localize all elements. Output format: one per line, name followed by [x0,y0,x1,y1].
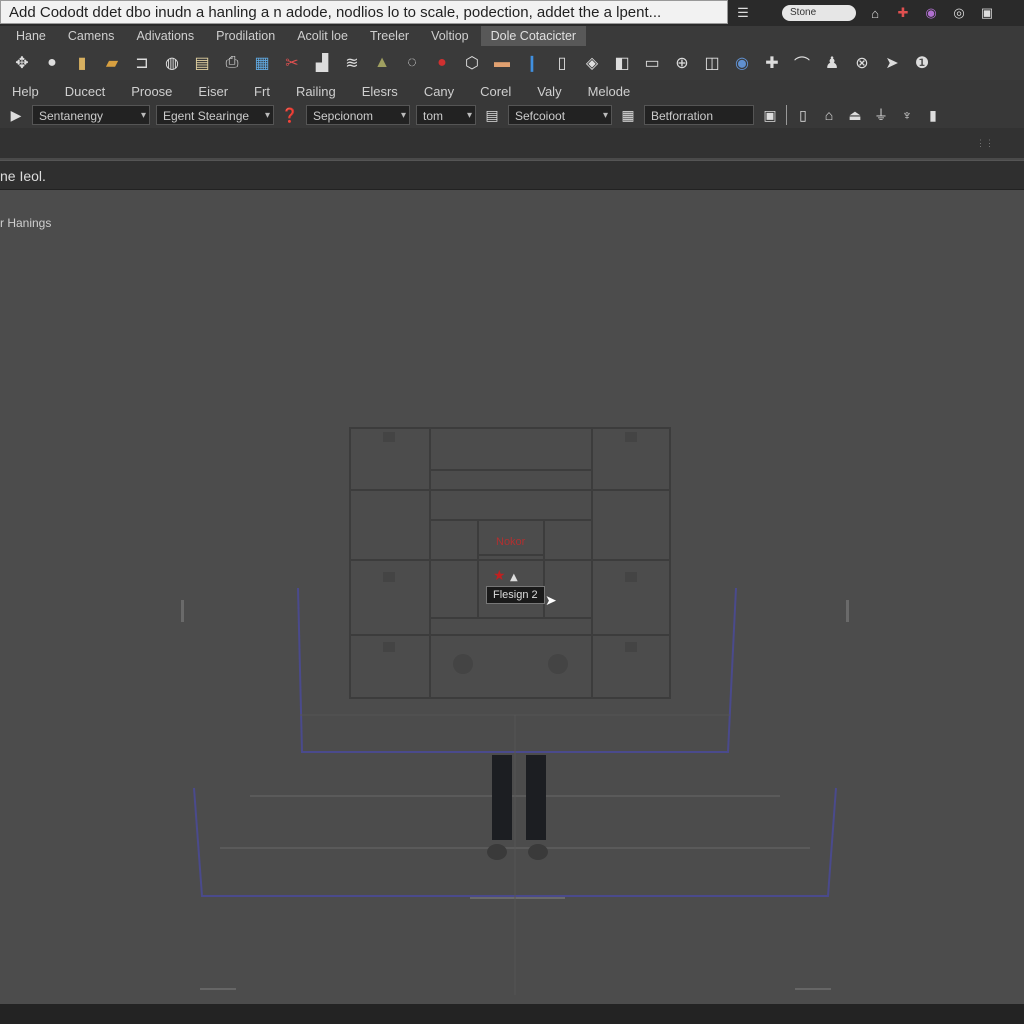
mesh-icon[interactable]: ⊕ [670,51,694,75]
dropdown-4[interactable]: tom [416,105,476,126]
small-arrow-icon: ▲ [510,572,518,583]
grid-markers [383,432,637,674]
menu-valy[interactable]: Valy [537,84,561,99]
menu-ducect[interactable]: Ducect [65,84,105,99]
tab-prodilation[interactable]: Prodilation [206,26,285,46]
title-bar-right: ☰ Stone ⌂ ✚ ◉ ◎ ▣ [734,2,996,24]
panel-icon[interactable]: ▮ [923,105,943,125]
doc-icon[interactable]: ▯ [793,105,813,125]
cursor-icon: ➤ [545,592,557,608]
sofa-icon[interactable]: ▟ [310,51,334,75]
split-icon[interactable]: ◫ [700,51,724,75]
sphere-icon[interactable]: ◌ [400,51,424,75]
move-icon[interactable]: ✥ [10,51,34,75]
wall-grid [349,427,671,699]
box-icon[interactable]: ▮ [70,51,94,75]
tab-voltiop[interactable]: Voltiop [421,26,479,46]
globe-icon[interactable]: ⊗ [850,51,874,75]
title-input[interactable]: Add Cododt ddet dbo inudn a hanling a n … [0,0,728,24]
menu-bar: Help Ducect Proose Eiser Frt Railing Ele… [0,80,1024,102]
menu-eiser[interactable]: Eiser [198,84,228,99]
image-icon[interactable]: ▬ [490,51,514,75]
circle-icon[interactable]: ● [40,51,64,75]
info-icon[interactable]: ❶ [910,51,934,75]
frame-select-icon[interactable]: ▣ [760,105,780,125]
menu-icon[interactable]: ☰ [734,4,752,22]
dropdown-6[interactable]: Betforration [644,105,754,125]
triangle-icon[interactable]: ▲ [370,51,394,75]
dropdown-5[interactable]: Sefcoioot [508,105,612,126]
panel-title: ne Ieol. [0,168,46,184]
dropdown-1[interactable]: Sentanengy [32,105,150,126]
tab-camens[interactable]: Camens [58,26,125,46]
home-icon[interactable]: ⌂ [866,4,884,22]
status-strip: ⋮⋮ [0,128,1024,158]
play-icon[interactable]: ▶ [6,105,26,125]
help-circle-icon[interactable]: ❓ [280,105,300,125]
strip-grip-icon: ⋮⋮ [976,138,994,148]
camera-icon[interactable]: ◍ [160,51,184,75]
dropdown-2[interactable]: Egent Stearinge [156,105,274,126]
red-star-icon: ★ [493,568,506,584]
options-bar: ▶ Sentanengy Egent Stearinge ❓ Sepcionom… [0,102,1024,128]
file-icon[interactable]: ▦ [250,51,274,75]
house-icon[interactable]: ⌂ [819,105,839,125]
menu-railing[interactable]: Railing [296,84,336,99]
title-bar: Add Cododt ddet dbo inudn a hanling a n … [0,0,1024,26]
clipboard-icon[interactable]: ▤ [190,51,214,75]
save-icon[interactable]: ▣ [978,4,996,22]
menu-melode[interactable]: Melode [588,84,631,99]
link-icon[interactable]: ⌒ [790,51,814,75]
selection-label: Nokor [496,536,526,548]
bottom-bar [0,1004,1024,1024]
folder-icon[interactable]: ▰ [100,51,124,75]
star-icon[interactable]: ◉ [922,4,940,22]
search-input[interactable]: Stone [782,5,856,21]
globe-icon[interactable]: ◎ [950,4,968,22]
print-icon[interactable]: ⎙ [220,51,244,75]
frame-icon[interactable]: ⊐ [130,51,154,75]
gear-icon[interactable]: ⬡ [460,51,484,75]
layer-icon[interactable]: ▤ [482,105,502,125]
red-ball-icon[interactable]: ● [430,51,454,75]
tab-hane[interactable]: Hane [6,26,56,46]
person-icon[interactable]: ♟ [820,51,844,75]
panel-header: ne Ieol. [0,160,1024,190]
grid-icon[interactable]: ▦ [618,105,638,125]
menu-elesrs[interactable]: Elesrs [362,84,398,99]
tab-adivations[interactable]: Adivations [126,26,204,46]
roof-icon[interactable]: ⏏ [845,105,865,125]
page-icon[interactable]: ▯ [550,51,574,75]
pin-icon[interactable]: ✚ [894,4,912,22]
cut-icon[interactable]: ✂ [280,51,304,75]
blue-marker-icon[interactable]: ❙ [520,51,544,75]
icon-toolbar: ✥ ● ▮ ▰ ⊐ ◍ ▤ ⎙ ▦ ✂ ▟ ≋ ▲ ◌ ● ⬡ ▬ ❙ ▯ ◈ … [0,46,1024,80]
dropdown-3[interactable]: Sepcionom [306,105,410,126]
menu-frt[interactable]: Frt [254,84,270,99]
rectangle-icon[interactable]: ▭ [640,51,664,75]
tab-bar: Hane Camens Adivations Prodilation Acoli… [0,26,1024,46]
separator [786,105,787,125]
floor-lines [220,714,810,995]
menu-proose[interactable]: Proose [131,84,172,99]
character-legs[interactable] [487,755,548,860]
tab-treeler[interactable]: Treeler [360,26,419,46]
cross-icon[interactable]: ✚ [760,51,784,75]
paint-icon[interactable]: ≋ [340,51,364,75]
tooltip: Flesign 2 [486,586,545,604]
hat-icon[interactable]: ⏚ [871,105,891,125]
menu-help[interactable]: Help [12,84,39,99]
tab-dole-cotacicter[interactable]: Dole Cotacicter [480,26,587,46]
viewport[interactable]: r Hanings Nokor ★ ▲ Flesign 2 ➤ [0,190,1024,1004]
menu-cany[interactable]: Cany [424,84,454,99]
arrow-icon[interactable]: ➤ [880,51,904,75]
lamp-icon[interactable]: ♆ [897,105,917,125]
menu-corel[interactable]: Corel [480,84,511,99]
target-icon[interactable]: ◉ [730,51,754,75]
copy-icon[interactable]: ◧ [610,51,634,75]
tab-acolit[interactable]: Acolit loe [287,26,358,46]
bell-icon[interactable]: ◈ [580,51,604,75]
